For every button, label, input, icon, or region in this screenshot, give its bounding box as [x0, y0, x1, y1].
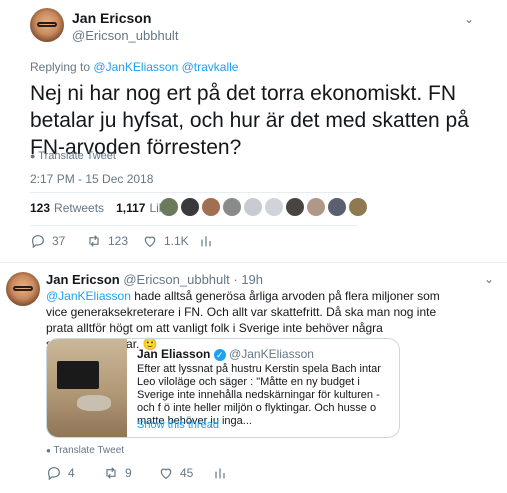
reply-retweet-count: 9: [125, 466, 132, 480]
reply-icon: [48, 467, 60, 481]
liker-avatar[interactable]: [307, 198, 325, 216]
liker-avatar[interactable]: [181, 198, 199, 216]
reply-time[interactable]: · 19h: [233, 272, 263, 287]
retweet-count: 123: [108, 234, 129, 248]
replying-handles[interactable]: @JanKEliasson @travkalle: [93, 60, 238, 74]
divider: [0, 262, 507, 263]
divider: [30, 225, 357, 226]
retweet-icon: [106, 467, 116, 479]
reply-reply-count: 4: [68, 466, 75, 480]
quoted-tweet-card[interactable]: Jan Eliasson ✓ @JanKEliasson Efter att l…: [46, 338, 400, 438]
liker-avatar[interactable]: [244, 198, 262, 216]
reply-reply-button[interactable]: 4: [46, 465, 75, 481]
author-avatar[interactable]: [30, 8, 64, 42]
retweets-count[interactable]: 123: [30, 201, 50, 215]
reply-translate-tweet[interactable]: ● Translate Tweet: [46, 445, 124, 456]
heart-icon: [144, 236, 156, 248]
reply-chevron-down-icon[interactable]: ⌄: [484, 272, 494, 286]
like-button[interactable]: 1.1K: [142, 233, 189, 249]
retweet-icon: [89, 235, 99, 247]
reply-header: Jan Ericson @Ericson_ubbhult · 19h: [46, 272, 263, 287]
reply-like-count: 45: [180, 466, 194, 480]
reply-mention[interactable]: @JanKEliasson: [46, 289, 131, 303]
liker-avatar[interactable]: [265, 198, 283, 216]
tweet-stats: 123 Retweets 1,117 Likes: [30, 201, 177, 215]
like-count: 1.1K: [164, 234, 189, 248]
likes-count[interactable]: 1,117: [116, 201, 145, 215]
reply-icon: [32, 235, 44, 249]
quoted-author-handle: @JanKEliasson: [229, 347, 314, 361]
reply-like-button[interactable]: 45: [158, 465, 193, 481]
quoted-header: Jan Eliasson ✓ @JanKEliasson: [137, 347, 314, 361]
tweet-timestamp[interactable]: 2:17 PM - 15 Dec 2018: [30, 172, 153, 186]
liker-avatar[interactable]: [349, 198, 367, 216]
retweets-label[interactable]: Retweets: [54, 201, 104, 215]
reply-count: 37: [52, 234, 66, 248]
verified-badge-icon: ✓: [213, 348, 226, 361]
tweet-text: Nej ni har nog ert på det torra ekonomis…: [30, 82, 469, 159]
translate-tweet[interactable]: ● Translate Tweet: [30, 150, 116, 162]
reply-retweet-button[interactable]: 9: [103, 465, 132, 481]
quoted-tweet-image[interactable]: [47, 339, 127, 437]
reply-button[interactable]: 37: [30, 233, 65, 249]
heart-icon: [160, 468, 172, 480]
show-thread-link[interactable]: Show this thread: [137, 419, 219, 431]
liker-avatar[interactable]: [202, 198, 220, 216]
globe-icon: ●: [30, 151, 36, 161]
retweet-button[interactable]: 123: [86, 233, 128, 249]
liker-avatar[interactable]: [286, 198, 304, 216]
replying-to: Replying to @JanKEliasson @travkalle: [30, 60, 238, 74]
reply-author-avatar[interactable]: [6, 272, 40, 306]
analytics-button[interactable]: [198, 233, 214, 249]
analytics-icon: [215, 468, 225, 479]
author-handle[interactable]: @Ericson_ubbhult: [72, 28, 178, 43]
reply-author-handle[interactable]: @Ericson_ubbhult: [123, 272, 229, 287]
quoted-author-name: Jan Eliasson: [137, 347, 211, 361]
liker-avatar[interactable]: [160, 198, 178, 216]
globe-icon: ●: [46, 446, 51, 455]
analytics-icon: [201, 236, 211, 247]
likers-avatars[interactable]: [160, 198, 367, 216]
divider: [30, 192, 357, 193]
liker-avatar[interactable]: [328, 198, 346, 216]
reply-author-name[interactable]: Jan Ericson: [46, 272, 120, 287]
chevron-down-icon[interactable]: ⌄: [464, 12, 474, 26]
author-name[interactable]: Jan Ericson: [72, 10, 151, 26]
liker-avatar[interactable]: [223, 198, 241, 216]
reply-analytics-button[interactable]: [212, 465, 228, 481]
replying-prefix: Replying to: [30, 60, 91, 74]
